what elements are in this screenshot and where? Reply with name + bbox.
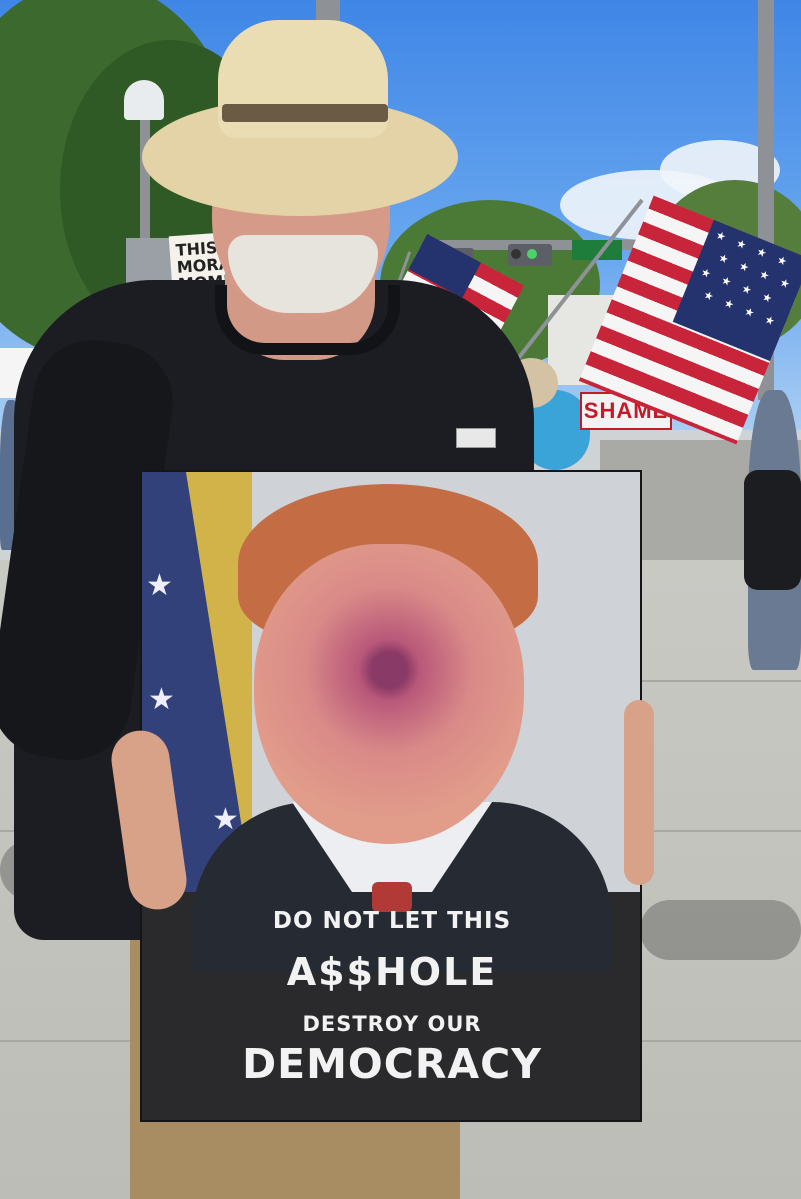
poster-line-2: A$$HOLE [286,950,498,994]
shadow [640,900,801,960]
poster-line-4: DEMOCRACY [242,1040,542,1088]
right-hand [624,700,654,885]
poster-line-3: DESTROY OUR [302,1012,482,1036]
poster-line-1: DO NOT LET THIS [272,908,512,934]
backpack [744,470,801,590]
protest-poster: ★ ★ ★ DO NOT LET THIS A$$HOLE DESTROY OU… [140,470,642,1122]
traffic-light [508,244,552,266]
street-lamp [124,80,164,120]
poster-photo: ★ ★ ★ [142,472,640,972]
portrait-face [254,544,524,844]
protest-photo: SHAME THIS MORAL MOMENT AMERICA ★★★★ ★★★… [0,0,801,1199]
shirt-logo [456,428,496,448]
hat-band [222,104,388,122]
